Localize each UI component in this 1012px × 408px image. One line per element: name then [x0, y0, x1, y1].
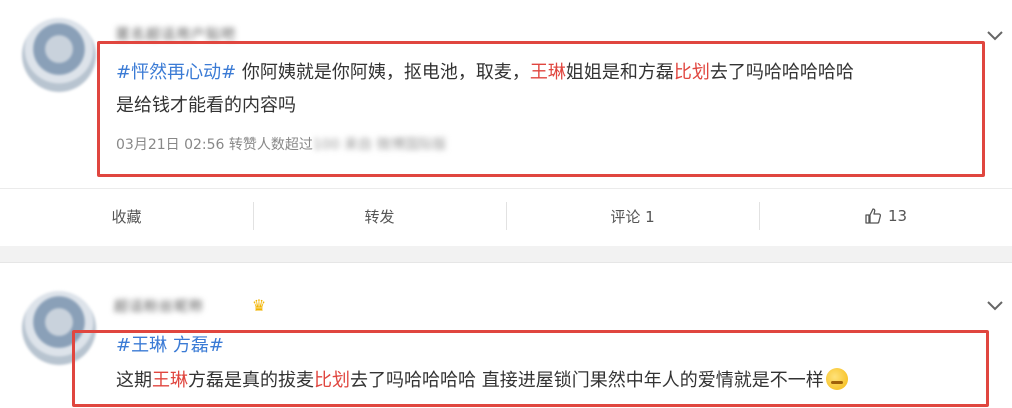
like-button[interactable]: 13	[759, 189, 1012, 243]
chevron-down-icon[interactable]	[984, 24, 1006, 46]
like-count: 13	[887, 207, 908, 225]
annotation-box	[72, 330, 989, 407]
chevron-down-icon[interactable]	[984, 294, 1006, 316]
action-bar: 收藏 转发 评论 1 13	[0, 189, 1012, 243]
favorite-button[interactable]: 收藏	[0, 189, 253, 243]
thumbs-up-icon	[865, 208, 881, 224]
post-card-1: 匿名超话用户贴吧 #怦然再心动# 你阿姨就是你阿姨，抠电池，取麦，王琳姐姐是和方…	[0, 0, 1012, 246]
post-card-2: 超话粉丝昵称 ♛ #王琳 方磊# 这期王琳方磊是真的拔麦比划去了吗哈哈哈哈 直接…	[0, 262, 1012, 408]
annotation-box	[97, 41, 985, 177]
comment-button[interactable]: 评论 1	[506, 189, 759, 243]
vip-badge-icon: ♛	[251, 296, 267, 315]
repost-button[interactable]: 转发	[253, 189, 506, 243]
user-avatar[interactable]	[22, 18, 96, 92]
username-blurred[interactable]: 超话粉丝昵称	[114, 298, 204, 316]
